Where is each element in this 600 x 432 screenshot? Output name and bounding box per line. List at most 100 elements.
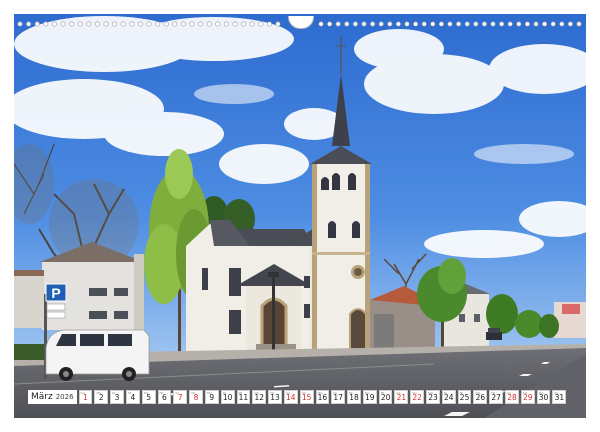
weekday-label: SA	[396, 391, 401, 395]
month-name: März	[31, 392, 53, 402]
binding-ring	[103, 21, 109, 27]
weekday-label: DI	[443, 391, 448, 395]
day-cell: FR 13	[268, 390, 282, 404]
binding-ring	[413, 21, 419, 27]
weekday-label: DO	[254, 391, 259, 395]
binding-ring	[352, 21, 358, 27]
weekday-label: MO	[428, 391, 434, 395]
day-cells: SO 1 MO 2 DI 3 MI 4 DO 5 FR 6 SA 7 SO 8 MO 9 DI 10 MI 11 DO 12 F…	[78, 390, 567, 404]
white-van	[45, 329, 150, 381]
binding-ring	[516, 21, 522, 27]
weekday-label: SO	[80, 391, 85, 395]
weekday-label: MO	[206, 391, 212, 395]
binding-ring	[34, 21, 40, 27]
binding-ring	[163, 21, 169, 27]
weekday-label: SA	[285, 391, 290, 395]
binding-ring	[327, 21, 333, 27]
weekday-label: SA	[175, 391, 180, 395]
binding-ring	[395, 21, 401, 27]
church-street-photo: P	[14, 14, 586, 418]
binding-ring	[275, 21, 281, 27]
weekday-label: DI	[333, 391, 337, 395]
weekday-label: DI	[112, 391, 116, 395]
day-cell: SO 29	[520, 390, 535, 404]
binding-ring	[387, 21, 393, 27]
weekday-label: MO	[317, 391, 323, 395]
weekday-label: DI	[222, 391, 226, 395]
day-cell: SO 1	[78, 390, 93, 404]
day-cell: MI 25	[457, 390, 472, 404]
calendar-page: P März 2026 SO 1 MO 2 DI 3 MI 4 DO 5 FR …	[0, 0, 600, 432]
binding-ring	[456, 21, 462, 27]
weekday-label: MO	[538, 391, 544, 395]
day-cell: DO 5	[141, 390, 156, 404]
weekday-label: DO	[143, 391, 149, 395]
binding-ring	[490, 21, 496, 27]
calendar-strip: März 2026 SO 1 MO 2 DI 3 MI 4 DO 5 FR 6 SA 7 SO 8 MO 9 DI 10…	[28, 390, 567, 404]
binding-ring	[155, 21, 161, 27]
year-label: 2026	[55, 393, 74, 401]
binding-ring	[137, 21, 143, 27]
binding-ring	[189, 21, 195, 27]
binding-ring	[550, 21, 556, 27]
day-cell: SA 28	[505, 390, 519, 404]
binding-ring	[60, 21, 66, 27]
weekday-label: SO	[522, 391, 528, 395]
weekday-label: MI	[127, 391, 132, 395]
weekday-label: MO	[96, 391, 102, 395]
binding-ring	[430, 21, 436, 27]
weekday-label: FR	[159, 391, 164, 395]
day-cell: MI 18	[347, 390, 361, 404]
binding-ring	[223, 21, 229, 27]
binding-ring	[215, 21, 221, 27]
binding-ring	[241, 21, 247, 27]
binding-ring	[404, 21, 410, 27]
binding-ring	[576, 21, 582, 27]
binding-ring	[86, 21, 92, 27]
binding-ring	[567, 21, 573, 27]
binding-ring	[499, 21, 505, 27]
binding-ring	[473, 21, 479, 27]
day-cell: DO 26	[473, 390, 488, 404]
binding-ring	[51, 21, 57, 27]
binding-ring	[542, 21, 548, 27]
weekday-label: SO	[412, 391, 417, 395]
binding-ring	[249, 21, 255, 27]
binding-ring	[206, 21, 212, 27]
weekday-label: DI	[554, 391, 558, 395]
binding-ring	[69, 21, 75, 27]
day-cell: SA 21	[394, 390, 409, 404]
parking-letter: P	[51, 285, 60, 301]
day-cell: SA 7	[173, 390, 188, 404]
binding-ring	[447, 21, 453, 27]
binding-ring	[172, 21, 178, 27]
binding-ring	[26, 21, 32, 27]
binding-ring	[120, 21, 126, 27]
weekday-label: FR	[270, 391, 274, 395]
binding-ring	[438, 21, 444, 27]
binding-ring	[421, 21, 427, 27]
binding-ring	[370, 21, 376, 27]
day-cell: SA 14	[283, 390, 298, 404]
weekday-label: MI	[349, 391, 353, 395]
weekday-label: FR	[491, 391, 496, 395]
binding-ring	[344, 21, 350, 27]
day-cell: SO 8	[189, 390, 203, 404]
month-label: März 2026	[28, 390, 77, 404]
binding-ring	[266, 21, 272, 27]
weekday-label: DO	[475, 391, 481, 395]
binding-ring	[378, 21, 384, 27]
day-cell: FR 27	[489, 390, 504, 404]
binding-ring	[524, 21, 530, 27]
weekday-label: DO	[364, 391, 370, 395]
binding-ring	[559, 21, 565, 27]
day-cell: SO 15	[299, 390, 314, 404]
binding-ring	[232, 21, 238, 27]
day-cell: MO 16	[315, 390, 330, 404]
binding-ring	[533, 21, 539, 27]
day-cell: FR 6	[157, 390, 172, 404]
binding-ring	[481, 21, 487, 27]
day-cell: MO 9	[204, 390, 219, 404]
day-cell: DI 3	[110, 390, 124, 404]
binding-ring	[112, 21, 118, 27]
